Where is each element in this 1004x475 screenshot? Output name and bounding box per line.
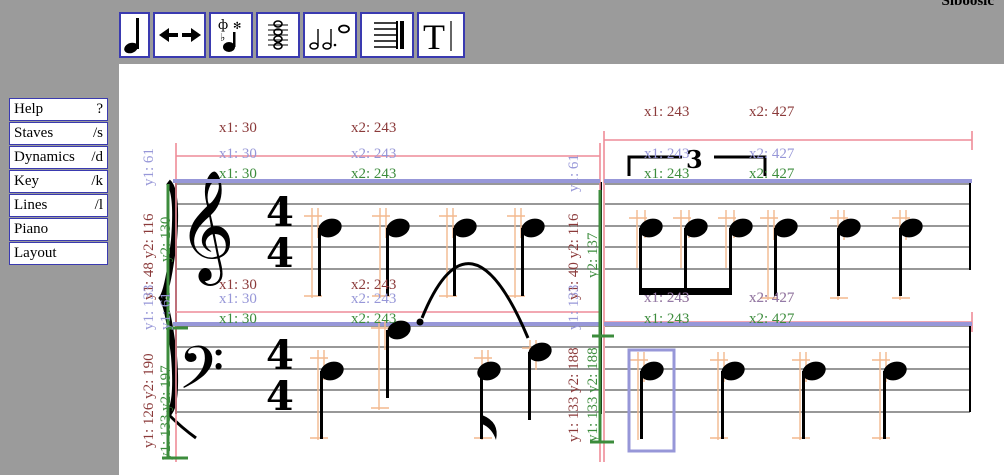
staff-lines-icon (374, 21, 404, 49)
coord-label-vertical-blue: y1: 61 (158, 292, 174, 330)
coord-label-vertical-green: y2: 130 (158, 217, 174, 262)
side-menu: Help? Staves/s Dynamics/d Key/k Lines/l … (9, 98, 108, 266)
coord-label-green: x1: 243 (644, 311, 689, 327)
score-svg: 𝄞 𝄢 4 4 4 4 3 x1: 30 x2: 243 x1: 30 x2: … (141, 104, 973, 462)
svg-text:♭: ♭ (220, 31, 225, 44)
menu-item-label: Piano (14, 221, 49, 237)
coord-label-red: x2: 427 (749, 104, 795, 120)
coord-label-green: x1: 30 (219, 311, 257, 327)
coord-label-blue: x2: 427 (749, 146, 795, 162)
coord-label-blue: x1: 243 (644, 146, 689, 162)
coord-label-vertical-red: y1: 126 y2: 190 (141, 353, 157, 448)
text-cursor-icon: T (423, 17, 452, 55)
slur (420, 262, 530, 339)
coord-label-vertical-blue: y1: 133 (566, 285, 582, 330)
menu-item-shortcut: /l (94, 197, 103, 213)
time-sig-top: 4 (266, 189, 294, 236)
notes-treble-m2 (639, 218, 923, 296)
coord-label-red: x1: 243 (644, 104, 689, 120)
chord-stack-button[interactable] (256, 12, 300, 58)
coord-label-red: x2: 243 (351, 120, 396, 136)
toolbar: ф ✻ ♭ T (119, 12, 468, 58)
coord-label-red: x1: 30 (219, 120, 257, 136)
coord-label-vertical-red: y1: 133 y2: 188 (566, 347, 582, 442)
menu-item-help[interactable]: Help? (9, 98, 108, 121)
score-canvas[interactable]: 𝄞 𝄢 4 4 4 4 3 x1: 30 x2: 243 x1: 30 x2: … (119, 64, 1004, 475)
note-values-icon (309, 24, 350, 50)
coord-label-vertical-green: y2: 137 (585, 232, 601, 278)
coord-label-green: x2: 243 (351, 166, 396, 182)
accidentals-button[interactable]: ф ✻ ♭ (209, 12, 253, 58)
coord-label-blue: x1: 30 (219, 291, 257, 307)
menu-item-key[interactable]: Key/k (9, 170, 108, 193)
coord-label-blue: x2: 427 (749, 290, 795, 306)
time-sig-bottom: 4 (266, 332, 294, 379)
menu-item-shortcut: /k (91, 173, 103, 189)
notes-bass-m2 (640, 361, 907, 439)
coord-label-vertical-green: y1: 133 y2: 188 (585, 347, 601, 442)
menu-item-layout[interactable]: Layout (9, 242, 108, 265)
quarter-note-icon (124, 18, 139, 54)
menu-item-piano[interactable]: Piano (9, 218, 108, 241)
staff-lines-button[interactable] (360, 12, 414, 58)
menu-item-shortcut: ? (96, 101, 103, 117)
coord-label-green: x2: 427 (749, 311, 795, 327)
menu-item-shortcut: /d (91, 149, 103, 165)
menu-item-label: Dynamics (14, 149, 75, 165)
notes-bass-m1 (320, 318, 552, 440)
menu-item-shortcut: /s (92, 125, 103, 141)
menu-item-label: Lines (14, 197, 48, 213)
coord-label-green: x2: 243 (351, 311, 396, 327)
coord-label-green: x2: 427 (749, 166, 795, 182)
coord-label-blue: x2: 243 (351, 291, 396, 307)
menu-item-label: Staves (14, 125, 54, 141)
menu-item-lines[interactable]: Lines/l (9, 194, 108, 217)
coord-label-green: x1: 30 (219, 166, 257, 182)
coord-label-vertical-blue: y1: 133 (141, 285, 157, 330)
time-sig-top: 4 (266, 230, 294, 277)
menu-item-label: Layout (14, 245, 57, 261)
svg-text:✻: ✻ (233, 21, 241, 32)
bass-clef-icon: 𝄢 (178, 333, 224, 417)
svg-text:T: T (423, 17, 445, 55)
quarter-note-button[interactable] (119, 12, 150, 58)
coord-label-blue: x2: 243 (351, 146, 396, 162)
coord-label-blue: x1: 30 (219, 146, 257, 162)
stacked-notes-icon (268, 20, 288, 50)
app-title: Siboosic (941, 0, 994, 9)
coord-label-vertical-green: y1: 133 y2: 197 (158, 365, 174, 460)
coord-label-vertical-blue: y1: 61 (141, 148, 157, 186)
treble-clef-icon: 𝄞 (178, 169, 235, 286)
coord-label-green: x1: 243 (644, 166, 689, 182)
accidental-note-icon: ф ✻ ♭ (218, 18, 241, 52)
menu-item-dynamics[interactable]: Dynamics/d (9, 146, 108, 169)
left-right-arrows-icon (159, 28, 201, 42)
menu-item-label: Help (14, 101, 44, 117)
time-sig-bottom: 4 (266, 373, 294, 420)
note-values-button[interactable] (303, 12, 357, 58)
text-tool-button[interactable]: T (417, 12, 465, 58)
coord-label-blue: x1: 243 (644, 290, 689, 306)
note-shift-button[interactable] (153, 12, 206, 58)
menu-item-label: Key (14, 173, 39, 189)
menu-item-staves[interactable]: Staves/s (9, 122, 108, 145)
coord-label-vertical-blue: y1: 61 (566, 154, 582, 192)
